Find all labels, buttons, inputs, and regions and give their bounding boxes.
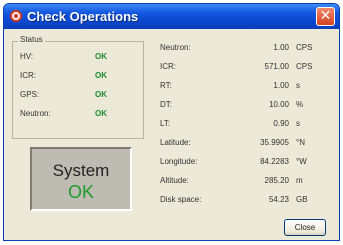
latitude-label: Latitude: — [160, 138, 191, 147]
icr-label: ICR: — [160, 62, 176, 71]
status-label: ICR: — [20, 71, 36, 80]
dt-unit: % — [296, 100, 304, 109]
status-row-gps: GPS: OK — [20, 90, 130, 100]
disk-space-value: 54.23 — [268, 195, 289, 204]
latitude-unit: °N — [296, 138, 305, 147]
close-button[interactable]: Close — [284, 219, 326, 236]
latitude-value: 35.9905 — [260, 138, 289, 147]
lt-label: LT: — [160, 119, 171, 128]
altitude-value: 285.20 — [264, 176, 289, 185]
disk-space-unit: GB — [296, 195, 308, 204]
icr-value: 571.00 — [264, 62, 289, 71]
dt-label: DT: — [160, 100, 172, 109]
dt-value: 10.00 — [268, 100, 289, 109]
lt-unit: s — [296, 119, 300, 128]
title-bar[interactable]: Check Operations ✕ — [4, 4, 339, 29]
lt-value: 0.90 — [273, 119, 289, 128]
altitude-label: Altitude: — [160, 176, 189, 185]
system-status-panel: System OK — [30, 147, 132, 211]
neutron-unit: CPS — [296, 43, 313, 52]
rt-label: RT: — [160, 81, 172, 90]
system-status: OK — [67, 182, 94, 202]
icr-unit: CPS — [296, 62, 313, 71]
disk-space-label: Disk space: — [160, 195, 202, 204]
longitude-label: Longitude: — [160, 157, 198, 166]
title-close-icon[interactable]: ✕ — [316, 7, 335, 26]
status-value: OK — [95, 109, 107, 118]
altitude-unit: m — [296, 176, 303, 185]
status-value: OK — [95, 52, 107, 61]
status-legend: Status — [18, 35, 45, 44]
status-value: OK — [95, 90, 107, 99]
status-row-hv: HV: OK — [20, 52, 130, 62]
status-label: GPS: — [20, 90, 40, 99]
status-label: Neutron: — [20, 109, 51, 118]
neutron-value: 1.00 — [273, 43, 289, 52]
rt-value: 1.00 — [273, 81, 289, 90]
app-icon — [10, 10, 22, 22]
status-label: HV: — [20, 52, 34, 61]
status-value: OK — [95, 71, 107, 80]
status-row-icr: ICR: OK — [20, 71, 130, 81]
longitude-unit: °W — [296, 157, 307, 166]
rt-unit: s — [296, 81, 300, 90]
neutron-label: Neutron: — [160, 43, 191, 52]
system-label: System — [52, 161, 110, 180]
longitude-value: 84.2283 — [260, 157, 289, 166]
window-title: Check Operations — [27, 9, 139, 24]
status-row-neutron: Neutron: OK — [20, 109, 130, 119]
